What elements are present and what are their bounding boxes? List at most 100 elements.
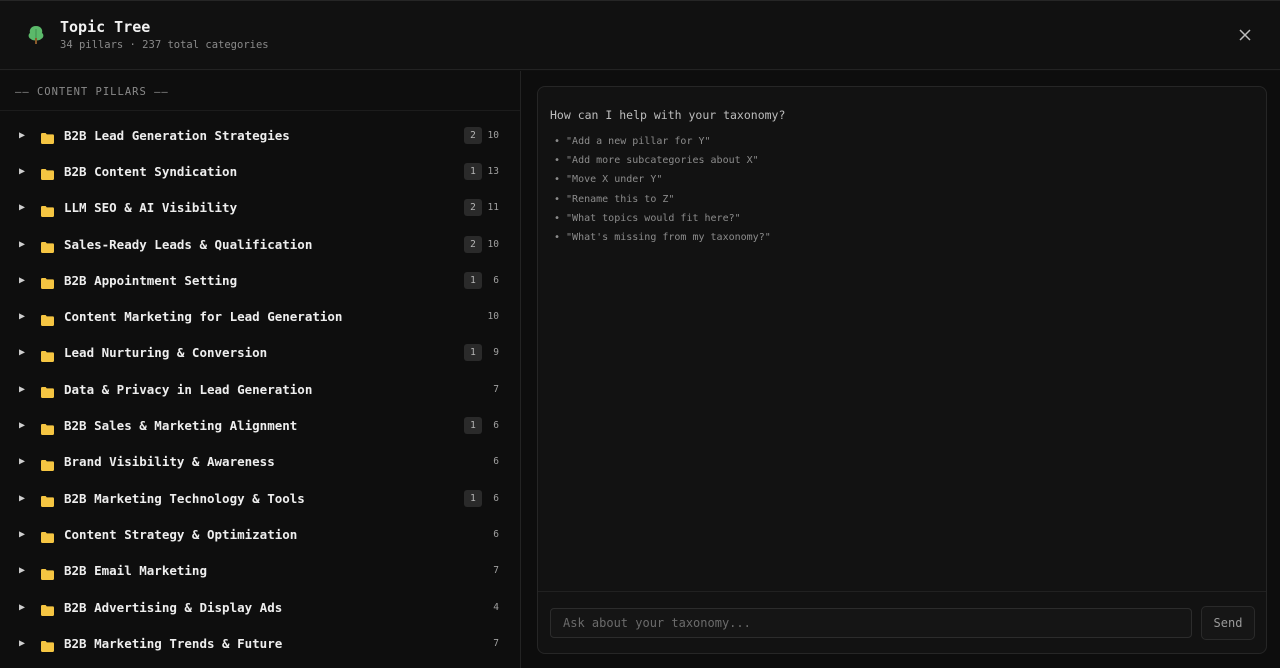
pillar-count: 6 [493,492,499,504]
pillar-label: B2B Lead Generation Strategies [64,127,290,143]
pillar-item[interactable]: ▶ B2B Email Marketing 7 [0,553,520,589]
pillar-item[interactable]: ▶ B2B Advertising & Display Ads 4 [0,589,520,625]
expand-arrow-icon[interactable]: ▶ [19,202,25,213]
expand-arrow-icon[interactable]: ▶ [19,602,25,613]
pillar-label: B2B Marketing Trends & Future [64,635,283,651]
folder-icon [41,492,54,511]
suggestion-item[interactable]: • "What topics would fit here?" [554,209,771,228]
close-button[interactable] [1234,24,1256,46]
pillar-item[interactable]: ▶ B2B Marketing Technology & Tools 1 6 [0,480,520,516]
pillar-label: B2B Advertising & Display Ads [64,599,283,615]
chat-input[interactable] [550,608,1192,638]
folder-icon [41,565,54,584]
pillar-count: 13 [487,165,499,177]
pillar-count: 6 [493,420,499,432]
pillar-item[interactable]: ▶ Lead Nurturing & Conversion 1 9 [0,335,520,371]
pillar-item[interactable]: ▶ Sales-Ready Leads & Qualification 2 10 [0,226,520,262]
pillar-item[interactable]: ▶ Content Strategy & Optimization 6 [0,516,520,552]
folder-icon [41,420,54,439]
folder-icon [41,129,54,148]
pillar-badge: 1 [464,271,482,289]
pillar-label: Sales-Ready Leads & Qualification [64,236,313,252]
pillar-count: 6 [493,528,499,540]
folder-icon [41,601,54,620]
suggestion-item[interactable]: • "Add a new pillar for Y" [554,132,771,151]
folder-icon [41,238,54,257]
pillar-label: Content Marketing for Lead Generation [64,309,343,325]
suggestion-item[interactable]: • "Rename this to Z" [554,190,771,209]
expand-arrow-icon[interactable]: ▶ [19,565,25,576]
folder-icon [41,165,54,184]
modal-title: Topic Tree [60,18,151,36]
folder-icon [41,383,54,402]
folder-icon [41,347,54,366]
pillar-item[interactable]: ▶ LLM SEO & AI Visibility 2 11 [0,190,520,226]
pillar-count: 4 [493,601,499,613]
expand-arrow-icon[interactable]: ▶ [19,456,25,467]
pillars-panel: —— CONTENT PILLARS —— ▶ B2B Lead Generati… [0,71,521,668]
pillar-label: Brand Visibility & Awareness [64,454,275,470]
pillar-item[interactable]: ▶ Brand Visibility & Awareness 6 [0,444,520,480]
pillar-label: LLM SEO & AI Visibility [64,200,238,216]
pillar-label: B2B Marketing Technology & Tools [64,490,305,506]
close-icon [1239,29,1251,41]
expand-arrow-icon[interactable]: ▶ [19,311,25,322]
modal-header: Topic Tree 34 pillars · 237 total catego… [0,1,1280,70]
chat-card: How can I help with your taxonomy? • "Ad… [537,86,1267,654]
send-button[interactable]: Send [1201,606,1255,640]
suggestion-item[interactable]: • "Move X under Y" [554,170,771,189]
folder-icon [41,456,54,475]
pillar-item[interactable]: ▶ B2B Sales & Marketing Alignment 1 6 [0,407,520,443]
expand-arrow-icon[interactable]: ▶ [19,130,25,141]
pillar-label: Lead Nurturing & Conversion [64,345,268,361]
pillar-count: 7 [493,565,499,577]
expand-arrow-icon[interactable]: ▶ [19,384,25,395]
expand-arrow-icon[interactable]: ▶ [19,529,25,540]
pillar-count: 7 [493,383,499,395]
pillar-item[interactable]: ▶ B2B Content Syndication 1 13 [0,153,520,189]
pillar-count: 10 [487,129,499,141]
pillar-label: Data & Privacy in Lead Generation [64,381,313,397]
folder-icon [41,311,54,330]
pillar-item[interactable]: ▶ B2B Marketing Trends & Future 7 [0,625,520,661]
pillar-item[interactable]: ▶ B2B Lead Generation Strategies 2 10 [0,117,520,153]
chat-panel: How can I help with your taxonomy? • "Ad… [521,71,1280,668]
suggestion-item[interactable]: • "Add more subcategories about X" [554,151,771,170]
folder-icon [41,202,54,221]
pillar-label: Content Strategy & Optimization [64,526,298,542]
tree-icon [24,23,48,47]
suggestion-list: • "Add a new pillar for Y" • "Add more su… [554,132,771,247]
pillar-count: 10 [487,238,499,250]
pillar-badge: 1 [464,344,482,362]
pillar-item[interactable]: ▶ Content Marketing for Lead Generation 10 [0,298,520,334]
pillar-badge: 1 [464,162,482,180]
expand-arrow-icon[interactable]: ▶ [19,493,25,504]
section-divider [0,110,520,111]
folder-icon [41,274,54,293]
folder-icon [41,637,54,656]
suggestion-item[interactable]: • "What's missing from my taxonomy?" [554,228,771,247]
pillar-badge: 2 [464,235,482,253]
expand-arrow-icon[interactable]: ▶ [19,239,25,250]
pillar-list: ▶ B2B Lead Generation Strategies 2 10 ▶ B2B C… [0,117,520,661]
modal-subtitle: 34 pillars · 237 total categories [60,39,269,51]
pillar-count: 10 [487,311,499,323]
pillar-badge: 1 [464,489,482,507]
expand-arrow-icon[interactable]: ▶ [19,166,25,177]
pillar-count: 11 [487,202,499,214]
pillar-count: 6 [493,274,499,286]
folder-icon [41,528,54,547]
pillar-badge: 2 [464,199,482,217]
pillar-badge: 1 [464,417,482,435]
expand-arrow-icon[interactable]: ▶ [19,638,25,649]
expand-arrow-icon[interactable]: ▶ [19,275,25,286]
pillar-label: B2B Content Syndication [64,163,238,179]
expand-arrow-icon[interactable]: ▶ [19,347,25,358]
expand-arrow-icon[interactable]: ▶ [19,420,25,431]
pillar-count: 6 [493,456,499,468]
chat-footer: Send [538,591,1266,653]
pillar-item[interactable]: ▶ Data & Privacy in Lead Generation 7 [0,371,520,407]
pillar-item[interactable]: ▶ B2B Appointment Setting 1 6 [0,262,520,298]
pillar-label: B2B Sales & Marketing Alignment [64,418,298,434]
section-label: —— CONTENT PILLARS —— [15,86,169,98]
